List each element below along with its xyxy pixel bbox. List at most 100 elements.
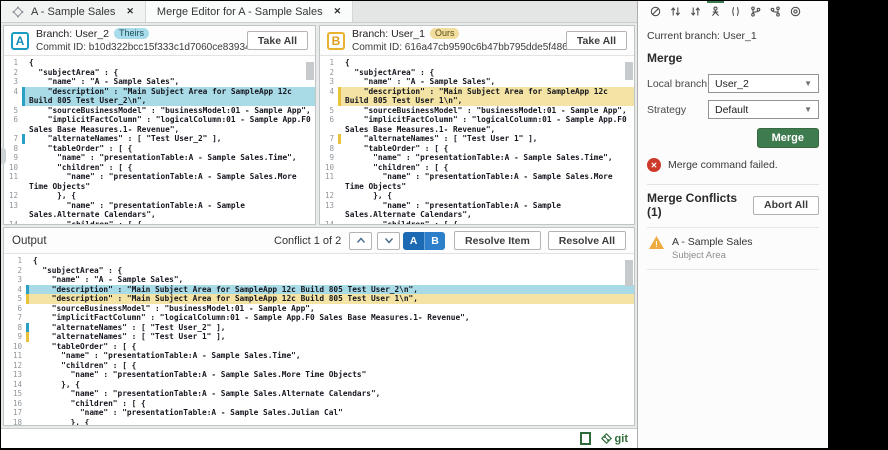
take-all-b-button[interactable]: Take All xyxy=(566,31,627,50)
code-line: 8 "tableOrder" : [ { xyxy=(4,144,315,154)
theirs-panel-header: A Branch: User_2 Theirs Commit ID: b10d3… xyxy=(4,26,315,56)
line-number: 7 xyxy=(4,134,22,144)
code-line: 1{ xyxy=(4,58,315,68)
push-icon[interactable] xyxy=(687,1,704,20)
code-line: 3 "name" : "A - Sample Sales", xyxy=(4,77,315,87)
panel-splitter-handle[interactable] xyxy=(1,148,6,164)
next-conflict-button[interactable] xyxy=(377,232,400,250)
code-line: 4 "description" : "Main Subject Area for… xyxy=(4,87,315,106)
branch-icon[interactable] xyxy=(747,1,764,20)
model-status-icon[interactable] xyxy=(580,432,591,445)
code-line: 14 }, { xyxy=(4,380,634,390)
code-text: "name" : "A - Sample Sales", xyxy=(22,77,315,87)
code-text: "description" : "Main Subject Area for S… xyxy=(338,87,634,106)
code-line: 5 "sourceBusinessModel" : "businessModel… xyxy=(320,106,634,116)
line-number: 3 xyxy=(4,77,22,87)
model-tab-icon xyxy=(12,6,24,18)
code-text: "sourceBusinessModel" : "businessModel:0… xyxy=(22,106,315,116)
merge-button[interactable]: Merge xyxy=(757,128,819,148)
output-title: Output xyxy=(12,235,47,247)
code-text: "implicitFactColumn" : "logicalColumn:01… xyxy=(26,313,634,323)
rebase-icon[interactable] xyxy=(727,1,744,20)
main-area: A - Sample Sales ✕ Merge Editor for A - … xyxy=(1,1,637,448)
line-number: 2 xyxy=(4,266,26,276)
ours-panel-header: B Branch: User_1 Ours Commit ID: 616a47c… xyxy=(320,26,634,56)
tab-sample-sales[interactable]: A - Sample Sales ✕ xyxy=(1,1,146,22)
code-text: "alternateNames" : [ "Test User_2" ], xyxy=(22,134,315,144)
code-line: 13 "name" : "presentationTable:A - Sampl… xyxy=(4,201,315,220)
strategy-label: Strategy xyxy=(647,104,708,116)
conflict-list-item[interactable]: ! A - Sample Sales Subject Area xyxy=(647,227,819,270)
line-number: 5 xyxy=(320,106,338,116)
branch-b-commit-id: Commit ID: 616a47cb9590c6b47bb795dde5f48… xyxy=(352,42,587,53)
code-line: 17 "name" : "presentationTable:A - Sampl… xyxy=(4,408,634,418)
tab-close-icon[interactable]: ✕ xyxy=(334,6,342,17)
git-sidebar: Current branch: User_1 Merge Local branc… xyxy=(637,1,828,448)
ours-code-editor[interactable]: 1{2 "subjectArea" : {3 "name" : "A - Sam… xyxy=(320,56,634,224)
resolve-all-button[interactable]: Resolve All xyxy=(548,231,626,250)
tab-close-icon[interactable]: ✕ xyxy=(126,6,134,17)
line-number: 10 xyxy=(4,163,22,173)
code-text: "alternateNames" : [ "Test User 1" ], xyxy=(26,332,634,342)
branch-create-icon[interactable] xyxy=(767,1,784,20)
code-line: 7 "alternateNames" : [ "Test User 1" ], xyxy=(320,134,634,144)
code-text: "name" : "presentationTable:A - Sample S… xyxy=(22,153,315,163)
line-number: 13 xyxy=(4,370,26,380)
code-line: 12 "children" : [ { xyxy=(4,361,634,371)
merge-icon[interactable] xyxy=(707,1,724,20)
conflict-navigator: Conflict 1 of 2 xyxy=(274,232,400,250)
take-a-toggle[interactable]: A xyxy=(403,232,424,250)
line-number: 4 xyxy=(320,87,338,106)
code-text: "children" : [ { xyxy=(22,163,315,173)
code-line: 13 "name" : "presentationTable:A - Sampl… xyxy=(320,201,634,220)
application-window: A - Sample Sales ✕ Merge Editor for A - … xyxy=(1,1,828,448)
line-number: 7 xyxy=(320,134,338,144)
code-text: "subjectArea" : { xyxy=(338,68,634,78)
branch-a-commit-id: Commit ID: b10d322bcc15f333c1d7060ce8393… xyxy=(36,42,270,53)
branch-a-badge: A xyxy=(11,32,29,50)
previous-conflict-button[interactable] xyxy=(349,232,372,250)
code-text: "name" : "A - Sample Sales", xyxy=(26,275,634,285)
line-number: 13 xyxy=(4,201,22,220)
line-number: 2 xyxy=(320,68,338,78)
line-number: 1 xyxy=(4,256,26,266)
code-text: }, { xyxy=(22,191,315,201)
status-icon[interactable] xyxy=(647,1,664,20)
code-line: 3 "name" : "A - Sample Sales", xyxy=(320,77,634,87)
code-line: 10 "tableOrder" : [ { xyxy=(4,342,634,352)
reset-icon[interactable] xyxy=(787,1,804,20)
line-number: 2 xyxy=(4,68,22,78)
theirs-scrollbar-thumb[interactable] xyxy=(306,62,314,80)
line-number: 6 xyxy=(320,115,338,134)
code-line: 11 "name" : "presentationTable:A - Sampl… xyxy=(320,172,634,191)
output-scrollbar-thumb[interactable] xyxy=(625,260,633,286)
output-code-editor[interactable]: 1{2 "subjectArea" : {3 "name" : "A - Sam… xyxy=(4,254,634,425)
strategy-select[interactable]: Default ▼ xyxy=(708,100,819,119)
abort-all-button[interactable]: Abort All xyxy=(753,196,819,215)
code-line: 2 "subjectArea" : { xyxy=(4,68,315,78)
tab-merge-editor[interactable]: Merge Editor for A - Sample Sales ✕ xyxy=(146,1,353,22)
theirs-code-editor[interactable]: 1{2 "subjectArea" : {3 "name" : "A - Sam… xyxy=(4,56,315,224)
code-text: "name" : "presentationTable:A - Sample S… xyxy=(26,351,634,361)
take-all-a-button[interactable]: Take All xyxy=(247,31,308,50)
line-number: 10 xyxy=(4,342,26,352)
code-line: 11 "name" : "presentationTable:A - Sampl… xyxy=(4,351,634,361)
pull-icon[interactable] xyxy=(667,1,684,20)
take-b-toggle[interactable]: B xyxy=(424,232,445,250)
code-line: 12 }, { xyxy=(320,191,634,201)
theirs-panel: A Branch: User_2 Theirs Commit ID: b10d3… xyxy=(3,25,316,225)
local-branch-select[interactable]: User_2 ▼ xyxy=(708,74,819,93)
code-line: 15 "name" : "presentationTable:A - Sampl… xyxy=(4,389,634,399)
code-text: "sourceBusinessModel" : "businessModel:0… xyxy=(338,106,634,116)
ours-pill: Ours xyxy=(430,28,460,39)
code-text: "sourceBusinessModel" : "businessModel:0… xyxy=(26,304,634,314)
warning-icon: ! xyxy=(649,236,664,249)
code-line: 2 "subjectArea" : { xyxy=(4,266,634,276)
tab-label: A - Sample Sales xyxy=(31,6,115,18)
merge-section-heading: Merge xyxy=(647,51,819,65)
output-panel: Output Conflict 1 of 2 A B xyxy=(3,227,635,426)
resolve-item-button[interactable]: Resolve Item xyxy=(454,231,541,250)
code-line: 5 "sourceBusinessModel" : "businessModel… xyxy=(4,106,315,116)
code-text: "children" : [ { xyxy=(338,163,634,173)
ours-scrollbar-thumb[interactable] xyxy=(625,62,633,80)
